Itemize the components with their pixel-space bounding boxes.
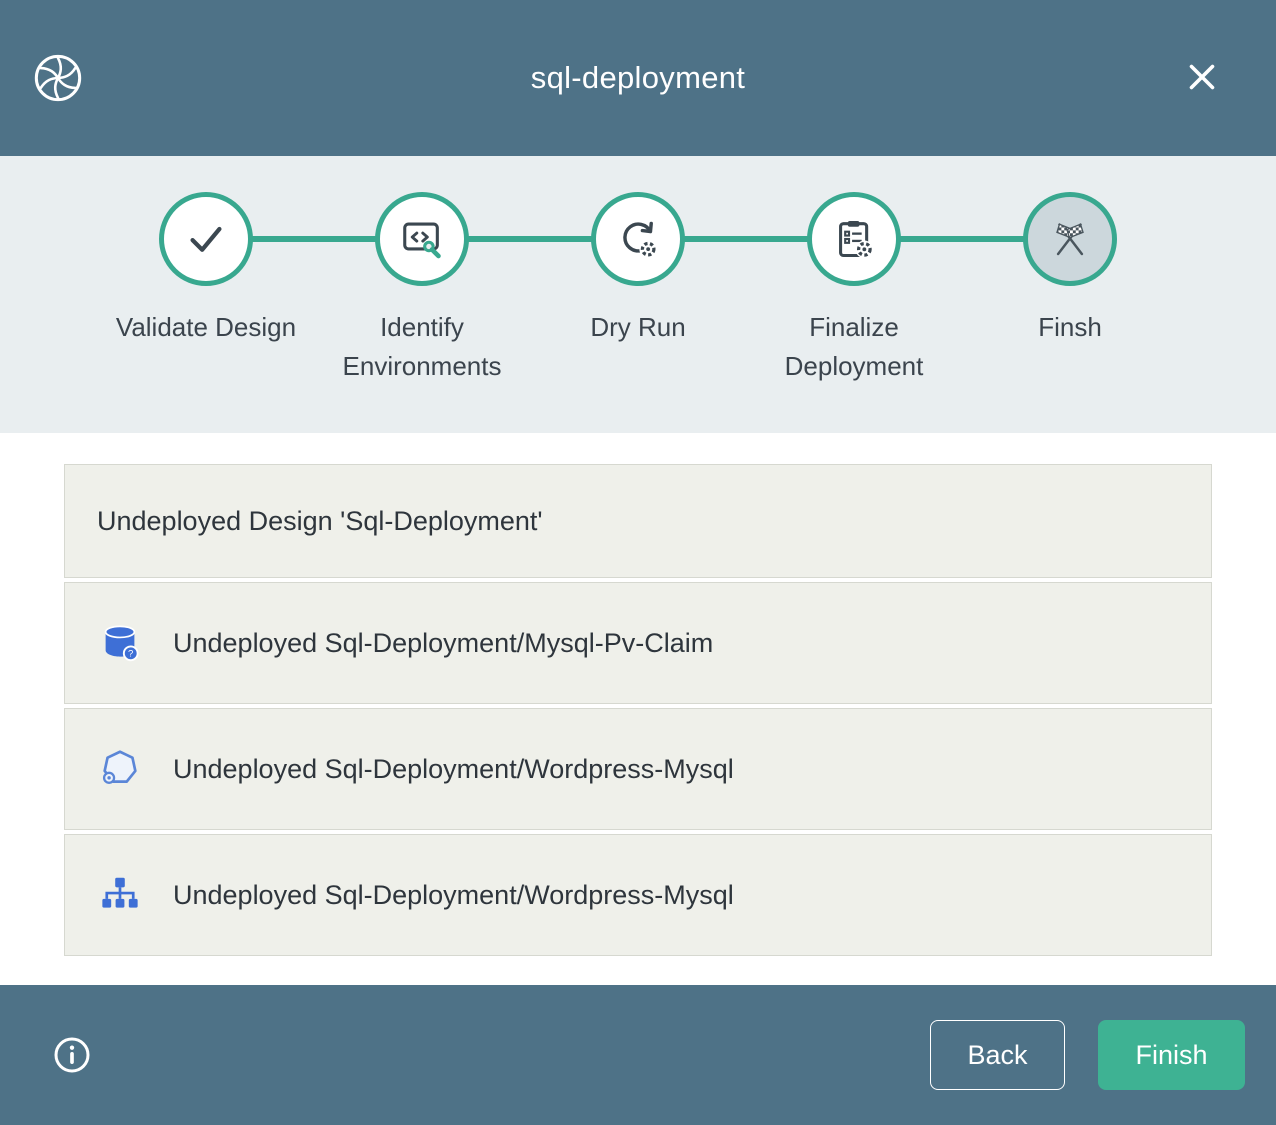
- step-identify-environments: Identify Environments: [314, 192, 530, 386]
- pod-icon: [97, 746, 143, 792]
- status-text: Undeployed Sql-Deployment/Wordpress-Mysq…: [173, 880, 734, 911]
- clipboard-gear-icon: [831, 216, 877, 262]
- step-validate-design-circle[interactable]: [159, 192, 253, 286]
- info-button[interactable]: [50, 1033, 94, 1077]
- step-finish-circle[interactable]: [1023, 192, 1117, 286]
- status-row-design: Undeployed Design 'Sql-Deployment': [64, 464, 1212, 578]
- finish-button[interactable]: Finish: [1098, 1020, 1245, 1090]
- modal-footer: Back Finish: [0, 985, 1276, 1125]
- status-row-wordpress-mysql-pod: Undeployed Sql-Deployment/Wordpress-Mysq…: [64, 708, 1212, 830]
- step-finish: Finsh: [962, 192, 1178, 386]
- close-button[interactable]: [1180, 55, 1224, 99]
- status-row-wordpress-mysql-tree: Undeployed Sql-Deployment/Wordpress-Mysq…: [64, 834, 1212, 956]
- step-dry-run-circle[interactable]: [591, 192, 685, 286]
- database-icon: ?: [97, 620, 143, 666]
- step-label: Identify Environments: [322, 308, 522, 386]
- step-label: Finalize Deployment: [754, 308, 954, 386]
- deployment-status-panel: Undeployed Design 'Sql-Deployment' ? Und…: [0, 433, 1276, 985]
- wizard-stepper: Validate Design: [0, 156, 1276, 433]
- step-identify-environments-circle[interactable]: [375, 192, 469, 286]
- back-button[interactable]: Back: [930, 1020, 1065, 1090]
- status-text: Undeployed Sql-Deployment/Wordpress-Mysq…: [173, 754, 734, 785]
- tree-icon: [97, 872, 143, 918]
- step-label: Validate Design: [106, 308, 306, 347]
- step-finalize-deployment: Finalize Deployment: [746, 192, 962, 386]
- status-text: Undeployed Sql-Deployment/Mysql-Pv-Claim: [173, 628, 713, 659]
- step-label: Finsh: [970, 308, 1170, 347]
- svg-text:?: ?: [128, 649, 133, 660]
- check-icon: [183, 216, 229, 262]
- status-text: Undeployed Design 'Sql-Deployment': [97, 506, 543, 537]
- status-row-mysql-pv-claim: ? Undeployed Sql-Deployment/Mysql-Pv-Cla…: [64, 582, 1212, 704]
- step-finalize-deployment-circle[interactable]: [807, 192, 901, 286]
- close-icon: [1184, 83, 1220, 98]
- refresh-gear-icon: [615, 216, 661, 262]
- deployment-wizard-modal: sql-deployment Validate Design: [0, 0, 1276, 1125]
- checkered-flags-icon: [1047, 216, 1093, 262]
- step-validate-design: Validate Design: [98, 192, 314, 386]
- info-icon: [52, 1063, 92, 1078]
- modal-header: sql-deployment: [0, 0, 1276, 156]
- step-dry-run: Dry Run: [530, 192, 746, 386]
- step-label: Dry Run: [538, 308, 738, 347]
- code-wrench-icon: [399, 216, 445, 262]
- modal-title: sql-deployment: [0, 60, 1276, 96]
